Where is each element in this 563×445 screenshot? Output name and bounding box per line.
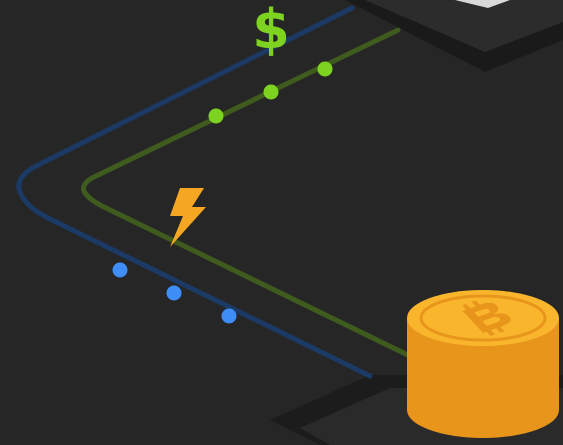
green-dot (208, 108, 224, 124)
coin (407, 290, 559, 382)
green-dot (317, 61, 333, 77)
blue-dot (166, 285, 182, 301)
blue-dot (112, 262, 128, 278)
green-dot (263, 84, 279, 100)
blue-dot (221, 308, 237, 324)
blockchain-illustration: $ (0, 0, 563, 445)
bitcoin-coin-stack-icon (407, 290, 559, 438)
dollar-sign-icon: $ (252, 0, 290, 61)
